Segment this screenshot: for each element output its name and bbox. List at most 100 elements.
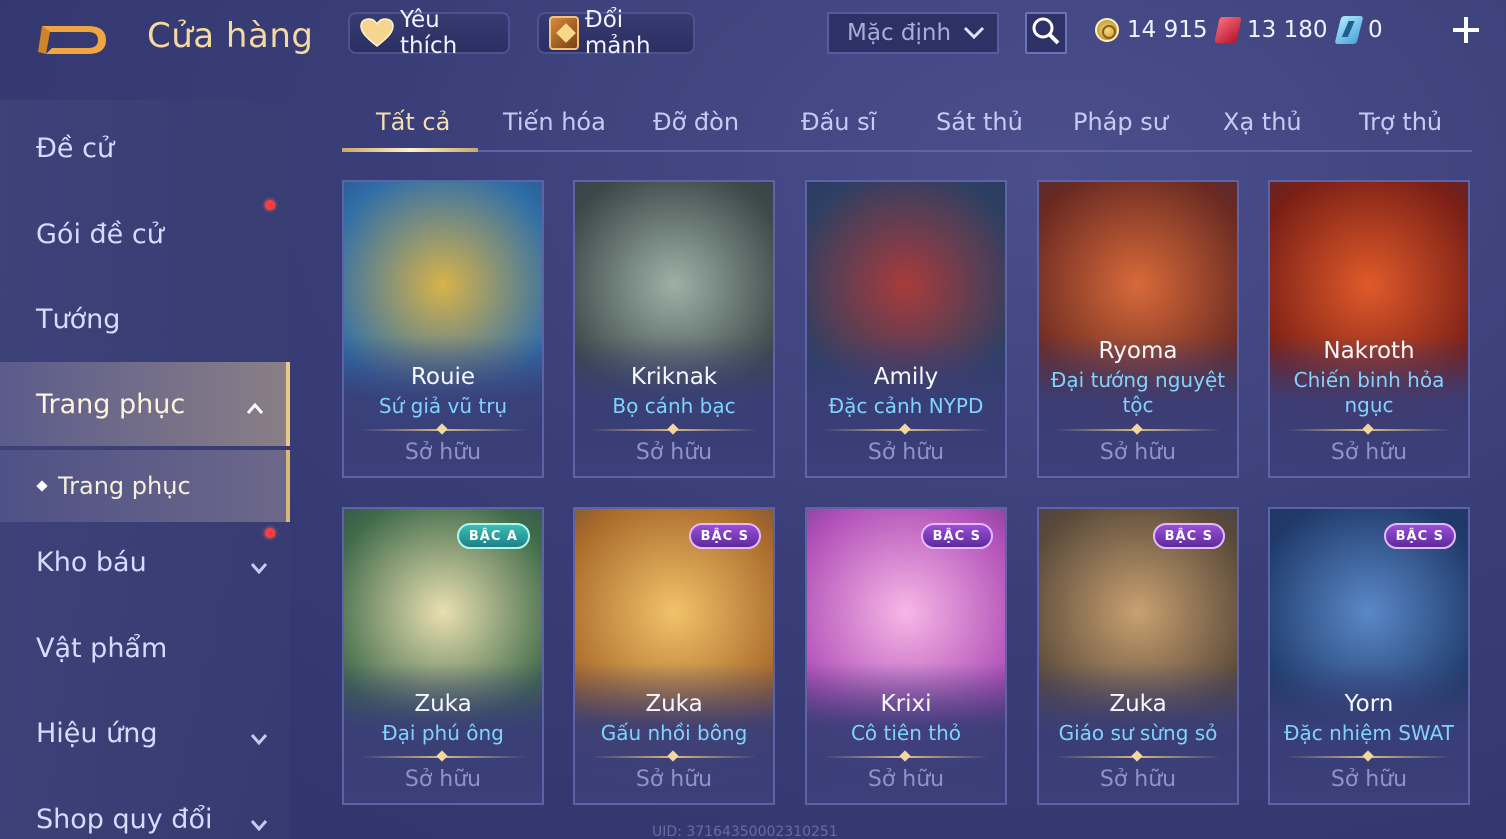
skin-name: Giáo sư sừng sỏ (1058, 721, 1218, 745)
skin-card[interactable]: Nakroth Chiến binh hỏa ngục Sở hữu (1268, 180, 1470, 478)
treasure-chest-icon (549, 16, 579, 50)
sidebar-item-skins[interactable]: Trang phục (0, 362, 290, 446)
tab-assassin[interactable]: Sát thủ (936, 108, 1023, 136)
owned-status: Sở hữu (1330, 767, 1408, 792)
card-divider (360, 756, 526, 758)
sidebar-item-label: Trang phục (36, 388, 186, 420)
skin-name: Đại phú ông (382, 721, 504, 745)
notification-dot (265, 200, 275, 210)
skin-card[interactable]: BẬC S Zuka Gấu nhồi bông Sở hữu (573, 507, 775, 805)
uid-watermark: UID: 37164350002310251 (652, 824, 838, 839)
hero-name: Zuka (1109, 691, 1167, 717)
chevron-down-icon (250, 724, 268, 746)
chevron-down-icon (250, 553, 268, 575)
sidebar: Đề cử Gói đề cử Tướng Trang phục Trang p… (0, 100, 290, 839)
crystal-icon (1334, 16, 1364, 44)
chevron-down-icon (250, 810, 268, 832)
skin-card[interactable]: BẬC S Krixi Cô tiên thỏ Sở hữu (805, 507, 1007, 805)
sidebar-item-effects[interactable]: Hiệu ứng (0, 691, 290, 775)
tab-tank[interactable]: Đỡ đòn (653, 108, 739, 136)
sidebar-item-treasure[interactable]: Kho báu (0, 520, 290, 604)
skin-name: Cô tiên thỏ (850, 721, 962, 745)
skin-card[interactable]: Amily Đặc cảnh NYPD Sở hữu (805, 180, 1007, 478)
sidebar-item-bundles[interactable]: Gói đề cử (0, 192, 290, 276)
skin-name: Chiến binh hỏa ngục (1293, 368, 1445, 417)
voucher-amount: 13 180 (1247, 17, 1328, 43)
card-divider (591, 429, 757, 431)
rank-badge: BẬC A (456, 523, 530, 549)
sidebar-subitem-skins[interactable]: Trang phục (0, 450, 290, 522)
exchange-label: Đổi mảnh (584, 7, 651, 59)
skin-card[interactable]: BẬC A Zuka Đại phú ông Sở hữu (342, 507, 544, 805)
skin-card[interactable]: BẬC S Zuka Giáo sư sừng sỏ Sở hữu (1037, 507, 1239, 805)
gold-coin-icon (1095, 18, 1119, 42)
skin-card[interactable]: Rouie Sứ giả vũ trụ Sở hữu (342, 180, 544, 478)
sidebar-item-label: Tướng (36, 303, 121, 335)
heart-icon (360, 18, 394, 48)
favorites-button[interactable]: Yêu thích (348, 7, 510, 59)
tab-fighter[interactable]: Đấu sĩ (801, 108, 876, 136)
tab-mage[interactable]: Pháp sư (1073, 108, 1168, 136)
skin-name: Đặc cảnh NYPD (828, 394, 984, 418)
sort-dropdown[interactable]: Mặc định (827, 12, 999, 54)
owned-status: Sở hữu (404, 440, 482, 465)
sort-value: Mặc định (847, 20, 952, 46)
diamond-bullet-icon (36, 480, 48, 492)
voucher-icon (1214, 17, 1242, 43)
sidebar-item-label: Kho báu (36, 546, 147, 578)
sidebar-item-label: Shop quy đổi (36, 803, 213, 835)
search-icon (1031, 16, 1061, 50)
skin-card[interactable]: Ryoma Đại tướng nguyệt tộc Sở hữu (1037, 180, 1239, 478)
skin-name: Bọ cánh bạc (612, 394, 736, 418)
card-divider (1055, 429, 1221, 431)
card-divider (591, 756, 757, 758)
favorites-label: Yêu thích (400, 7, 458, 59)
sidebar-item-label: Gói đề cử (36, 218, 164, 250)
crystal-amount: 0 (1368, 17, 1383, 43)
owned-status: Sở hữu (635, 440, 713, 465)
active-tab-indicator (342, 148, 478, 152)
back-arrow-icon[interactable] (36, 18, 114, 60)
card-divider (360, 429, 526, 431)
hero-name: Zuka (645, 691, 703, 717)
skin-card[interactable]: BẬC S Yorn Đặc nhiệm SWAT Sở hữu (1268, 507, 1470, 805)
rank-badge: BẬC S (1383, 523, 1456, 549)
sidebar-item-heroes[interactable]: Tướng (0, 277, 290, 361)
owned-status: Sở hữu (635, 767, 713, 792)
search-button[interactable] (1025, 12, 1067, 54)
exchange-shards-button[interactable]: Đổi mảnh (537, 7, 695, 59)
hero-name: Nakroth (1323, 338, 1415, 364)
sidebar-item-recommended[interactable]: Đề cử (0, 106, 290, 190)
top-up-plus-icon[interactable] (1450, 14, 1482, 46)
card-divider (1055, 756, 1221, 758)
skin-name: Đại tướng nguyệt tộc (1050, 368, 1226, 417)
card-divider (1286, 756, 1452, 758)
tab-support[interactable]: Trợ thủ (1359, 108, 1442, 136)
voucher-currency: 13 180 (1214, 14, 1328, 46)
sidebar-item-items[interactable]: Vật phẩm (0, 606, 290, 690)
tab-marksman[interactable]: Xạ thủ (1223, 108, 1302, 136)
rank-badge: BẬC S (1152, 523, 1225, 549)
tab-evolution[interactable]: Tiến hóa (503, 108, 606, 136)
hero-name: Zuka (414, 691, 472, 717)
sidebar-item-label: Hiệu ứng (36, 717, 158, 749)
owned-status: Sở hữu (1099, 440, 1177, 465)
card-divider (823, 756, 989, 758)
hero-name: Krixi (880, 691, 932, 717)
skin-card[interactable]: Kriknak Bọ cánh bạc Sở hữu (573, 180, 775, 478)
hero-name: Amily (873, 364, 939, 390)
chevron-down-icon (963, 20, 985, 46)
gold-currency: 14 915 (1095, 14, 1207, 46)
skin-name: Đặc nhiệm SWAT (1284, 721, 1454, 745)
sidebar-item-exchange-shop[interactable]: Shop quy đổi (0, 777, 290, 839)
hero-name: Kriknak (630, 364, 718, 390)
sidebar-item-label: Vật phẩm (36, 632, 168, 664)
top-bar: Cửa hàng Yêu thích Đổi mảnh Mặc định 14 … (0, 0, 1506, 78)
skin-name: Sứ giả vũ trụ (378, 394, 508, 418)
sidebar-subitem-label: Trang phục (58, 472, 191, 500)
owned-status: Sở hữu (1099, 767, 1177, 792)
sidebar-item-label: Đề cử (36, 132, 115, 164)
tab-all[interactable]: Tất cả (376, 108, 450, 136)
card-divider (1286, 429, 1452, 431)
category-tabs: Tất cả Tiến hóa Đỡ đòn Đấu sĩ Sát thủ Ph… (342, 100, 1472, 152)
